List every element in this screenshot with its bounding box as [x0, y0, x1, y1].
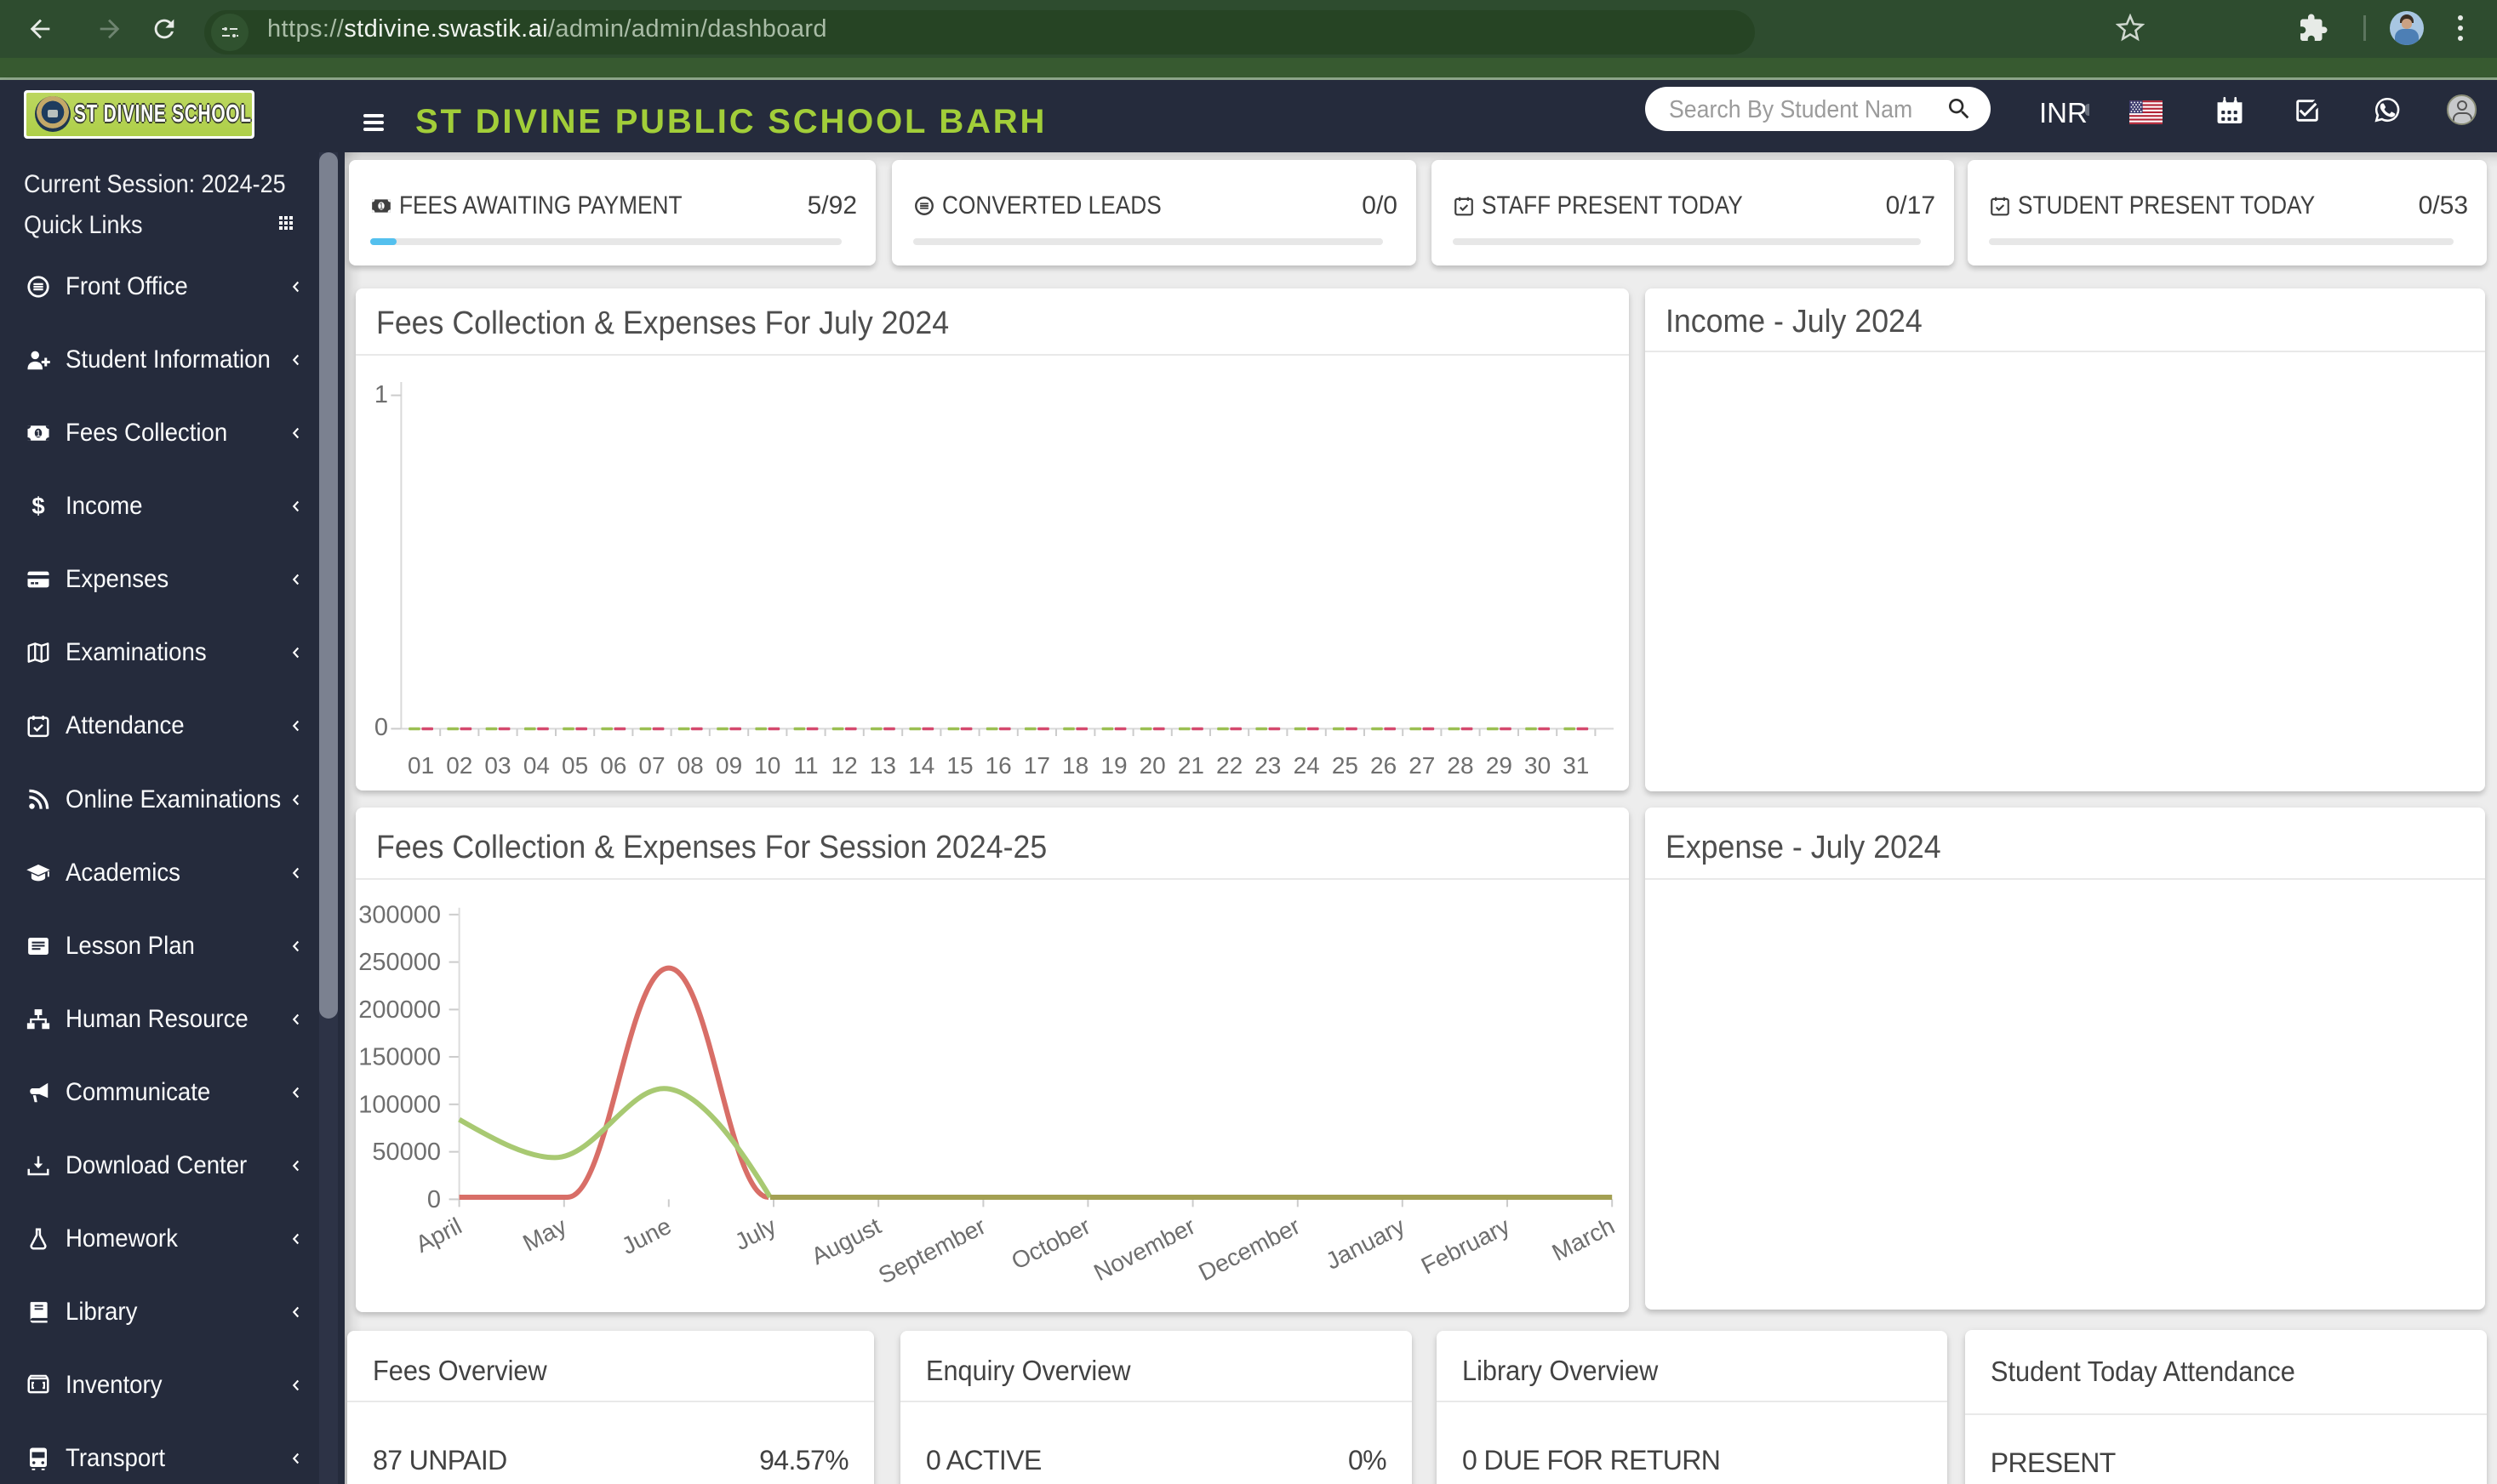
- svg-text:0: 0: [427, 1186, 441, 1213]
- svg-text:07: 07: [638, 752, 665, 779]
- svg-text:27: 27: [1408, 752, 1435, 779]
- svg-text:25: 25: [1332, 752, 1358, 779]
- svg-text:30: 30: [1524, 752, 1551, 779]
- svg-text:September: September: [874, 1213, 990, 1289]
- svg-text:June: June: [617, 1213, 675, 1259]
- svg-text:13: 13: [870, 752, 896, 779]
- svg-text:20: 20: [1140, 752, 1166, 779]
- svg-text:November: November: [1089, 1213, 1199, 1286]
- svg-text:26: 26: [1370, 752, 1397, 779]
- svg-text:1: 1: [36, 429, 41, 439]
- svg-text:18: 18: [1062, 752, 1089, 779]
- svg-text:February: February: [1417, 1213, 1514, 1279]
- svg-text:31: 31: [1563, 752, 1589, 779]
- svg-text:1: 1: [379, 202, 383, 211]
- svg-text:April: April: [411, 1213, 466, 1258]
- svg-text:10: 10: [754, 752, 780, 779]
- svg-text:150000: 150000: [358, 1044, 441, 1071]
- svg-text:250000: 250000: [358, 950, 441, 977]
- svg-text:28: 28: [1447, 752, 1473, 779]
- svg-text:0: 0: [374, 714, 388, 741]
- svg-text:March: March: [1548, 1213, 1619, 1266]
- svg-text:06: 06: [600, 752, 626, 779]
- svg-text:22: 22: [1216, 752, 1243, 779]
- svg-text:16: 16: [986, 752, 1012, 779]
- svg-text:May: May: [518, 1213, 570, 1257]
- svg-text:14: 14: [908, 752, 934, 779]
- svg-text:29: 29: [1486, 752, 1512, 779]
- svg-text:July: July: [730, 1213, 780, 1255]
- svg-text:24: 24: [1294, 752, 1320, 779]
- svg-text:August: August: [807, 1213, 885, 1270]
- svg-text:09: 09: [716, 752, 742, 779]
- svg-text:12: 12: [831, 752, 858, 779]
- svg-text:100000: 100000: [358, 1092, 441, 1119]
- svg-text:08: 08: [677, 752, 704, 779]
- svg-text:17: 17: [1024, 752, 1050, 779]
- svg-text:15: 15: [946, 752, 973, 779]
- svg-text:January: January: [1322, 1213, 1409, 1275]
- svg-text:50000: 50000: [372, 1139, 441, 1167]
- svg-text:05: 05: [562, 752, 588, 779]
- svg-text:01: 01: [408, 752, 434, 779]
- svg-text:03: 03: [484, 752, 511, 779]
- svg-text:$: $: [31, 494, 44, 519]
- svg-text:11: 11: [793, 752, 818, 779]
- svg-text:04: 04: [523, 752, 550, 779]
- svg-text:19: 19: [1100, 752, 1127, 779]
- svg-text:1: 1: [374, 381, 388, 408]
- svg-text:300000: 300000: [358, 902, 441, 929]
- svg-text:October: October: [1007, 1213, 1094, 1275]
- svg-text:200000: 200000: [358, 996, 441, 1024]
- svg-text:21: 21: [1178, 752, 1204, 779]
- svg-text:02: 02: [446, 752, 472, 779]
- svg-text:23: 23: [1254, 752, 1281, 779]
- svg-text:December: December: [1194, 1213, 1304, 1286]
